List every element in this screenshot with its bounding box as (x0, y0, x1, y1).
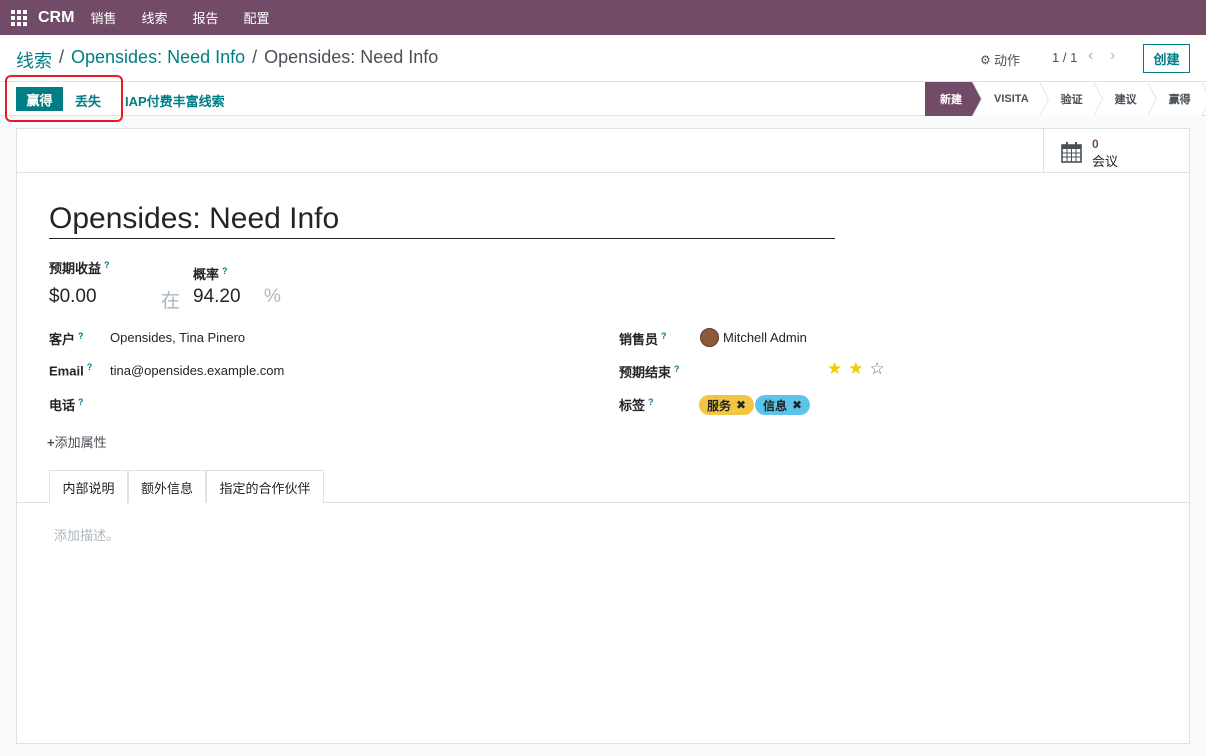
gear-icon: ⚙ (980, 52, 991, 67)
iap-enrich-button[interactable]: IAP付费丰富线索 (125, 91, 225, 110)
apps-menu-icon[interactable] (11, 9, 27, 26)
smart-button-box: 0 会议 (17, 129, 1189, 173)
salesperson-label: 销售员? (619, 330, 667, 347)
menu-reporting[interactable]: 报告 (192, 8, 218, 27)
actions-label: 动作 (994, 53, 1021, 68)
tab-internal-notes[interactable]: 内部说明 (49, 470, 128, 504)
tag-info: 信息 ✖ (755, 395, 811, 415)
expected-closing-label: 预期结束? (619, 363, 680, 380)
menu-configuration[interactable]: 配置 (243, 8, 269, 27)
breadcrumb-current: Opensides: Need Info (264, 47, 439, 67)
breadcrumb: 线索 / Opensides: Need Info / Opensides: N… (16, 47, 438, 73)
probability-label: 概率? (193, 265, 228, 282)
menu-leads[interactable]: 线索 (141, 8, 167, 27)
form-sheet: 0 会议 Opensides: Need Info 预期收益? $0.00 在 … (16, 128, 1190, 744)
breadcrumb-separator: / (59, 47, 65, 67)
notebook-tabs: 内部说明 额外信息 指定的合作伙伴 (17, 470, 1189, 504)
calendar-icon (1061, 142, 1082, 163)
control-panel: 线索 / Opensides: Need Info / Opensides: N… (0, 35, 1206, 82)
star-filled-icon[interactable]: ★ (827, 360, 842, 377)
meeting-label: 会议 (1092, 154, 1119, 169)
tags-label: 标签? (619, 396, 654, 413)
app-brand[interactable]: CRM (38, 9, 74, 27)
meeting-count: 0 (1092, 137, 1099, 151)
customer-label: 客户? (49, 330, 84, 347)
tag-service: 服务 ✖ (699, 395, 755, 415)
highlight-annotation (5, 75, 123, 122)
salesperson-field[interactable]: Mitchell Admin (723, 330, 807, 345)
probability-input[interactable]: 94.20 (193, 286, 241, 308)
priority-stars[interactable]: ★ ★ ☆ (827, 360, 891, 377)
star-empty-icon[interactable]: ☆ (870, 360, 885, 377)
email-field[interactable]: tina@opensides.example.com (110, 363, 284, 378)
chevron-left-icon[interactable]: ‹ (1088, 47, 1093, 65)
expected-revenue-input[interactable]: $0.00 (49, 286, 97, 308)
chevron-right-icon[interactable]: › (1110, 47, 1115, 65)
phone-label: 电话? (49, 396, 84, 413)
stage-new[interactable]: 新建 (925, 82, 982, 116)
pager-value[interactable]: 1 / 1 (1052, 50, 1077, 65)
add-property-button[interactable]: +添加属性 (47, 432, 107, 451)
tab-assigned-partner[interactable]: 指定的合作伙伴 (206, 470, 324, 503)
percent-sign: % (264, 286, 281, 307)
menu-sales[interactable]: 销售 (90, 8, 116, 27)
breadcrumb-separator: / (252, 47, 258, 67)
at-label: 在 (161, 291, 181, 312)
breadcrumb-parent-record[interactable]: Opensides: Need Info (71, 47, 245, 73)
meetings-smart-button[interactable]: 0 会议 (1043, 129, 1189, 172)
star-filled-icon[interactable]: ★ (848, 360, 863, 377)
description-field[interactable]: 添加描述。 (54, 525, 119, 544)
customer-field[interactable]: Opensides, Tina Pinero (110, 330, 245, 345)
expected-revenue-label: 预期收益? (49, 259, 110, 276)
stage-pipeline: 新建 VISITA 验证 建议 赢得 (925, 82, 1206, 116)
plus-icon: + (47, 435, 55, 450)
breadcrumb-leads[interactable]: 线索 (16, 47, 52, 73)
avatar (700, 328, 719, 347)
email-label: Email? (49, 362, 93, 379)
remove-tag-icon[interactable]: ✖ (792, 398, 802, 412)
tab-extra-info[interactable]: 额外信息 (128, 470, 206, 503)
tag-label: 服务 (707, 398, 732, 413)
top-navbar: CRM 销售 线索 报告 配置 (0, 0, 1206, 35)
lead-title-input[interactable]: Opensides: Need Info (49, 202, 835, 239)
create-button[interactable]: 创建 (1143, 44, 1190, 73)
remove-tag-icon[interactable]: ✖ (736, 398, 746, 412)
actions-dropdown[interactable]: ⚙ 动作 (980, 50, 1020, 69)
tag-label: 信息 (763, 398, 788, 413)
